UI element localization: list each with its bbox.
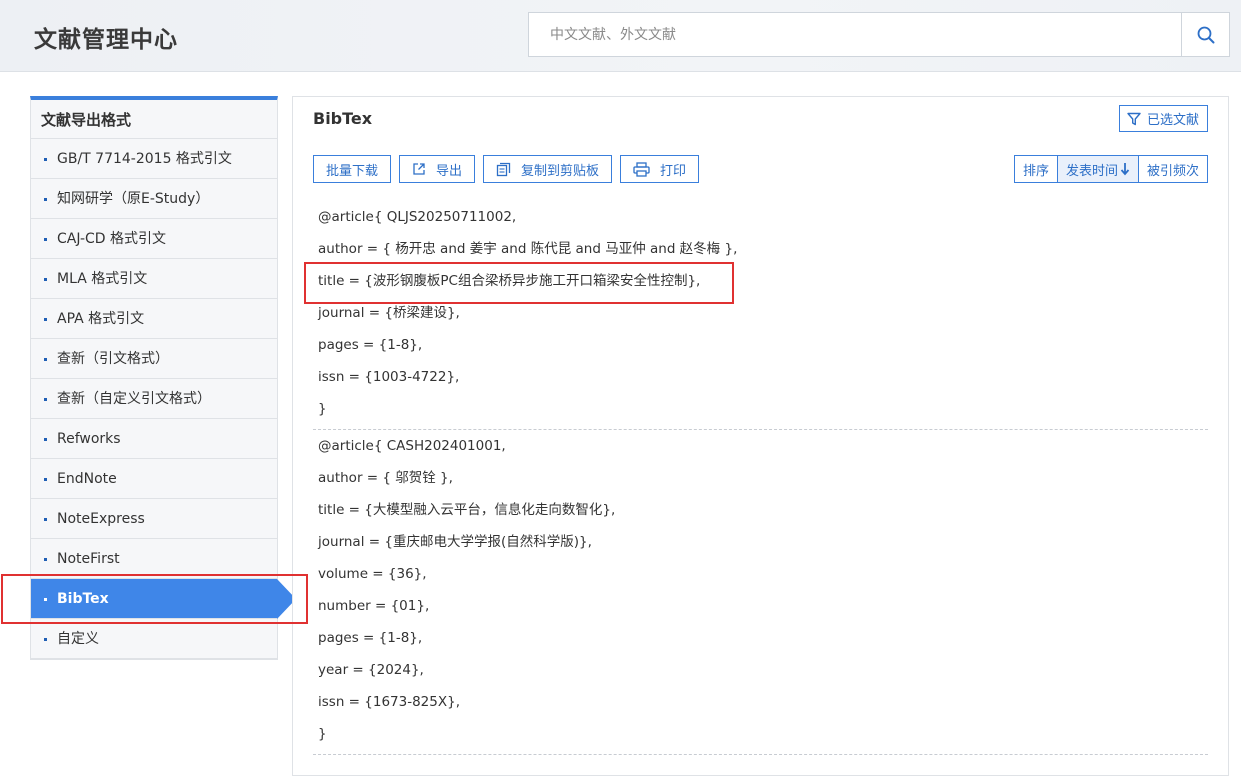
bullet-icon [44,278,47,281]
search-bar [528,12,1230,57]
sidebar-item[interactable]: NoteFirst [31,539,277,579]
bibtex-line: author = { 邬贺铨 }, [318,470,453,486]
sort-publish-time-label: 发表时间 [1065,163,1118,179]
printer-icon [633,161,650,177]
sort-citations-label: 被引频次 [1146,163,1199,179]
toolbar: 批量下载 导出 复制到剪贴板 打印 [313,155,700,183]
bullet-icon [44,558,47,561]
sort-bar: 排序 发表时间 被引频次 [1013,155,1208,183]
sidebar-item-label: NoteFirst [57,551,120,567]
sort-by-publish-time-button[interactable]: 发表时间 [1056,155,1139,183]
copy-label: 复制到剪贴板 [521,163,600,179]
sidebar-item-label: 查新（自定义引文格式） [57,391,211,407]
sidebar-item-label: 知网研学（原E-Study） [57,191,210,207]
sort-label-button[interactable]: 排序 [1013,155,1058,183]
sidebar-item[interactable]: CAJ-CD 格式引文 [31,219,277,259]
sidebar-item-label: NoteExpress [57,511,145,527]
bullet-icon [44,238,47,241]
arrow-down-icon [1120,163,1130,176]
bullet-icon [44,518,47,521]
sidebar-item[interactable]: 查新（引文格式） [31,339,277,379]
selected-documents-label: 已选文献 [1146,113,1199,128]
bullet-icon [44,358,47,361]
sidebar-item-label: CAJ-CD 格式引文 [57,231,167,247]
bibtex-line: number = {01}, [318,598,430,614]
bibtex-line: volume = {36}, [318,566,427,582]
batch-download-button[interactable]: 批量下载 [313,155,392,183]
bullet-icon [44,638,47,641]
sidebar-item-label: Refworks [57,431,121,447]
export-icon [413,163,425,175]
sort-by-citations-button[interactable]: 被引频次 [1137,155,1208,183]
selected-documents-button[interactable]: 已选文献 [1118,105,1208,132]
bibtex-line: journal = {重庆邮电大学学报(自然科学版)}, [318,534,592,550]
sidebar-item-label: EndNote [57,471,117,487]
sidebar-item-label: 自定义 [57,631,99,647]
sidebar-item-label: BibTex [57,591,109,607]
sidebar-item-label: APA 格式引文 [57,311,145,327]
bibtex-line: pages = {1-8}, [318,337,423,353]
bibtex-line: year = {2024}, [318,662,424,678]
copy-to-clipboard-button[interactable]: 复制到剪贴板 [483,155,613,183]
bullet-icon [44,478,47,481]
bullet-icon [44,598,47,601]
sidebar-item[interactable]: EndNote [31,459,277,499]
print-label: 打印 [660,163,687,179]
bibtex-line: @article{ QLJS20250711002, [318,209,517,225]
main-panel: BibTex 已选文献 批量下载 导出 复制到剪贴板 打印 排序 发表时间 被引… [292,96,1229,776]
sidebar-item[interactable]: 查新（自定义引文格式） [31,379,277,419]
bibtex-line: author = { 杨开忠 and 姜宇 and 陈代昆 and 马亚仲 an… [318,241,738,257]
bibtex-line: issn = {1673-825X}, [318,694,460,710]
export-label: 导出 [436,163,463,179]
sidebar-item[interactable]: 知网研学（原E-Study） [31,179,277,219]
format-title: BibTex [313,109,373,128]
bullet-icon [44,158,47,161]
page-title: 文献管理中心 [34,27,178,53]
sidebar-item[interactable]: BibTex [31,579,296,619]
search-input[interactable] [529,13,1181,56]
bibtex-line: title = {波形钢腹板PC组合梁桥异步施工开口箱梁安全性控制}, [318,273,701,289]
bibtex-line: pages = {1-8}, [318,630,423,646]
export-format-sidebar: 文献导出格式 GB/T 7714-2015 格式引文 知网研学（原E-Study）… [30,96,296,660]
batch-download-label: 批量下载 [326,163,379,179]
print-button[interactable]: 打印 [620,155,700,183]
bullet-icon [44,198,47,201]
export-button[interactable]: 导出 [399,155,476,183]
search-button[interactable] [1181,13,1229,56]
bullet-icon [44,398,47,401]
sidebar-item-label: GB/T 7714-2015 格式引文 [57,151,232,167]
search-icon [1197,26,1214,43]
sidebar-title: 文献导出格式 [31,100,277,139]
header: 文献管理中心 [0,0,1241,72]
filter-icon [1127,112,1141,125]
sidebar-item-label: MLA 格式引文 [57,271,148,287]
bibtex-line: } [318,726,327,742]
sidebar-item[interactable]: Refworks [31,419,277,459]
sidebar-item[interactable]: MLA 格式引文 [31,259,277,299]
copy-icon [496,162,511,176]
bullet-icon [44,318,47,321]
bullet-icon [44,438,47,441]
bibtex-line: } [318,401,327,417]
bibtex-line: title = {大模型融入云平台，信息化走向数智化}, [318,502,616,518]
bibtex-content: @article{ QLJS20250711002, author = { 杨开忠… [313,201,1208,755]
sidebar-item[interactable]: APA 格式引文 [31,299,277,339]
bibtex-entry: @article{ CASH202401001, author = { 邬贺铨 }… [313,430,1208,755]
bibtex-line: journal = {桥梁建设}, [318,305,460,321]
sort-label: 排序 [1022,163,1049,179]
sidebar-item[interactable]: 自定义 [31,619,277,659]
bibtex-line: @article{ CASH202401001, [318,438,506,454]
bibtex-entry: @article{ QLJS20250711002, author = { 杨开忠… [313,201,1208,430]
sidebar-item-label: 查新（引文格式） [57,351,169,367]
bibtex-line: issn = {1003-4722}, [318,369,460,385]
sidebar-item[interactable]: NoteExpress [31,499,277,539]
sidebar-item[interactable]: GB/T 7714-2015 格式引文 [31,139,277,179]
